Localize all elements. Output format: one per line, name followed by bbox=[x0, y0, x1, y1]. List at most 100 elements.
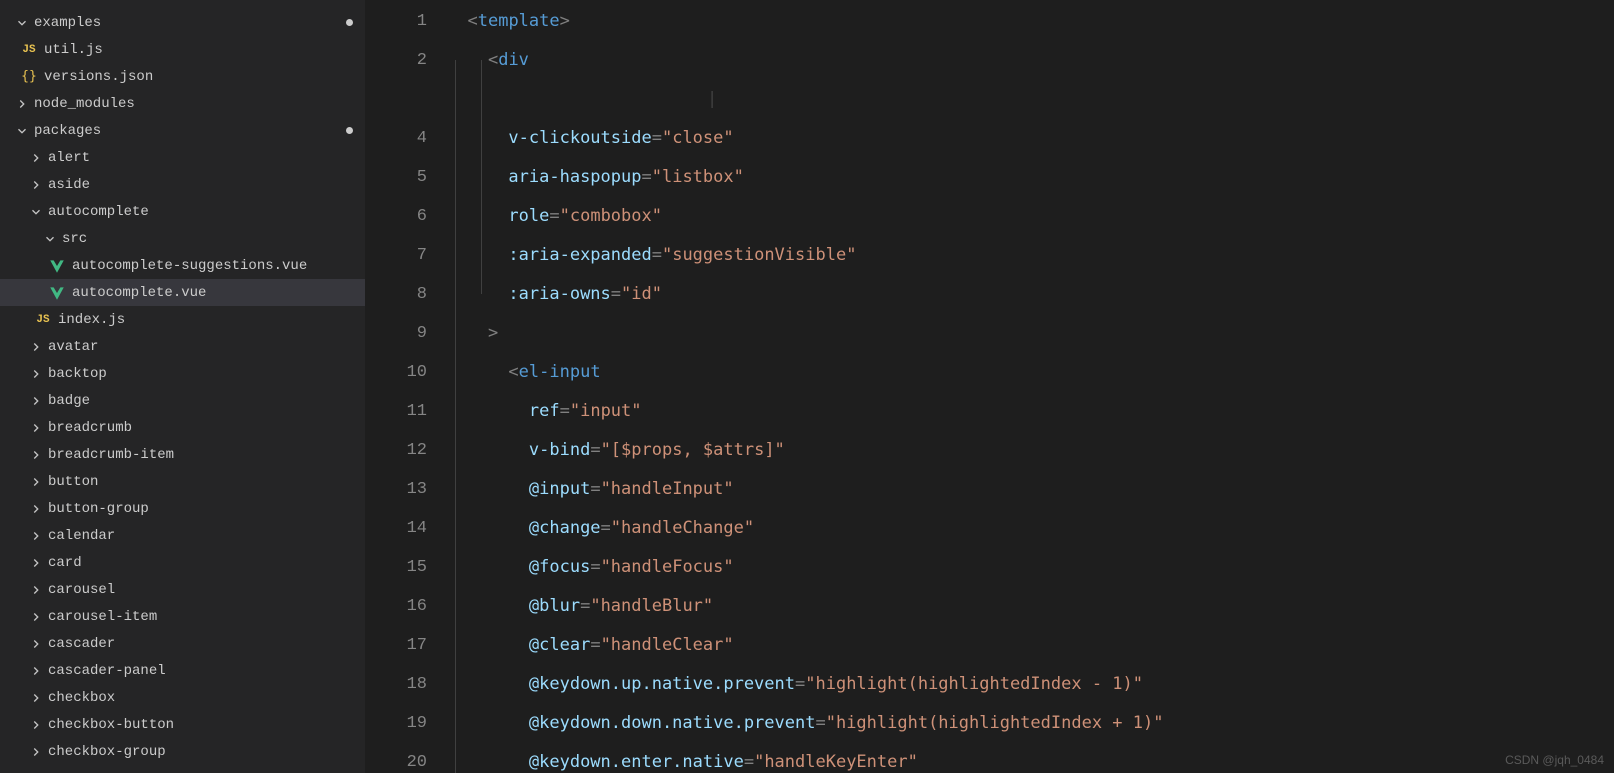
tree-item-checkbox[interactable]: checkbox bbox=[0, 684, 365, 711]
code-line[interactable]: @keydown.enter.native="handleKeyEnter" bbox=[447, 743, 1614, 773]
code-line[interactable]: <el-input bbox=[447, 353, 1614, 392]
line-number: 8 bbox=[365, 275, 427, 314]
tree-item-label: versions.json bbox=[44, 69, 365, 85]
tree-item-packages[interactable]: packages bbox=[0, 117, 365, 144]
tree-item-button[interactable]: button bbox=[0, 468, 365, 495]
code-line[interactable]: <div bbox=[447, 41, 1614, 80]
file-explorer-sidebar[interactable]: ELEMENT examples JS util.js {} versions.json… bbox=[0, 0, 365, 773]
code-line[interactable]: @keydown.down.native.prevent="highlight(… bbox=[447, 704, 1614, 743]
tree-item-breadcrumb-item[interactable]: breadcrumb-item bbox=[0, 441, 365, 468]
tree-item-label: autocomplete.vue bbox=[72, 285, 365, 301]
chevron-right-icon bbox=[28, 177, 44, 193]
code-line[interactable]: v-bind="[$props, $attrs]" bbox=[447, 431, 1614, 470]
chevron-right-icon bbox=[28, 501, 44, 517]
explorer-section-header[interactable]: ELEMENT bbox=[0, 0, 365, 9]
tree-item-carousel-item[interactable]: carousel-item bbox=[0, 603, 365, 630]
line-number: 9 bbox=[365, 314, 427, 353]
tree-item-label: backtop bbox=[48, 366, 365, 382]
line-number: 19 bbox=[365, 704, 427, 743]
line-number-gutter: 124567891011121314151617181920 bbox=[365, 0, 447, 773]
chevron-down-icon bbox=[14, 123, 30, 139]
chevron-right-icon bbox=[28, 339, 44, 355]
tree-item-label: cascader bbox=[48, 636, 365, 652]
code-line[interactable]: v-clickoutside="close" bbox=[447, 119, 1614, 158]
code-line[interactable]: aria-haspopup="listbox" bbox=[447, 158, 1614, 197]
tree-item-util[interactable]: JS util.js bbox=[0, 36, 365, 63]
tree-item-label: calendar bbox=[48, 528, 365, 544]
js-file-icon: JS bbox=[34, 314, 52, 326]
tree-item-checkbox-group[interactable]: checkbox-group bbox=[0, 738, 365, 765]
code-editor[interactable]: 124567891011121314151617181920 <template… bbox=[365, 0, 1614, 773]
line-number: 15 bbox=[365, 548, 427, 587]
tree-item-cascader-panel[interactable]: cascader-panel bbox=[0, 657, 365, 684]
tree-item-label: carousel-item bbox=[48, 609, 365, 625]
tree-item-label: badge bbox=[48, 393, 365, 409]
code-line[interactable]: :aria-owns="id" bbox=[447, 275, 1614, 314]
chevron-down-icon bbox=[14, 15, 30, 31]
tree-item-label: autocomplete bbox=[48, 204, 365, 220]
tree-item-checkbox-button[interactable]: checkbox-button bbox=[0, 711, 365, 738]
tree-item-label: checkbox-button bbox=[48, 717, 365, 733]
code-content[interactable]: <template> <div| v-clickoutside="close" … bbox=[447, 0, 1614, 773]
tree-item-label: index.js bbox=[58, 312, 365, 328]
vue-file-icon bbox=[48, 284, 66, 302]
tree-item-badge[interactable]: badge bbox=[0, 387, 365, 414]
code-line[interactable]: role="combobox" bbox=[447, 197, 1614, 236]
js-file-icon: JS bbox=[20, 44, 38, 56]
code-line[interactable]: @clear="handleClear" bbox=[447, 626, 1614, 665]
chevron-right-icon bbox=[28, 366, 44, 382]
tree-item-label: checkbox-group bbox=[48, 744, 365, 760]
tree-item-carousel[interactable]: carousel bbox=[0, 576, 365, 603]
code-line[interactable]: @change="handleChange" bbox=[447, 509, 1614, 548]
tree-item-label: src bbox=[62, 231, 365, 247]
code-line[interactable]: > bbox=[447, 314, 1614, 353]
tree-item-card[interactable]: card bbox=[0, 549, 365, 576]
tree-item-label: button bbox=[48, 474, 365, 490]
line-number: 4 bbox=[365, 119, 427, 158]
tree-item-alert[interactable]: alert bbox=[0, 144, 365, 171]
line-number bbox=[365, 80, 427, 119]
tree-item-aside[interactable]: aside bbox=[0, 171, 365, 198]
tree-item-button-group[interactable]: button-group bbox=[0, 495, 365, 522]
tree-item-indexjs[interactable]: JS index.js bbox=[0, 306, 365, 333]
modified-indicator-icon bbox=[346, 19, 353, 26]
tree-item-versions[interactable]: {} versions.json bbox=[0, 63, 365, 90]
tree-item-label: button-group bbox=[48, 501, 365, 517]
tree-item-src[interactable]: src bbox=[0, 225, 365, 252]
chevron-right-icon bbox=[28, 474, 44, 490]
chevron-right-icon bbox=[28, 717, 44, 733]
code-line[interactable]: @blur="handleBlur" bbox=[447, 587, 1614, 626]
tree-item-acsugg[interactable]: autocomplete-suggestions.vue bbox=[0, 252, 365, 279]
chevron-right-icon bbox=[14, 96, 30, 112]
chevron-right-icon bbox=[28, 690, 44, 706]
code-line[interactable]: ref="input" bbox=[447, 392, 1614, 431]
tree-item-autocomplete[interactable]: autocomplete bbox=[0, 198, 365, 225]
line-number: 6 bbox=[365, 197, 427, 236]
tree-item-avatar[interactable]: avatar bbox=[0, 333, 365, 360]
code-line[interactable]: @input="handleInput" bbox=[447, 470, 1614, 509]
code-line[interactable]: | bbox=[447, 80, 1614, 119]
tree-item-cascader[interactable]: cascader bbox=[0, 630, 365, 657]
chevron-down-icon bbox=[14, 0, 30, 5]
tree-item-nodemods[interactable]: node_modules bbox=[0, 90, 365, 117]
chevron-down-icon bbox=[42, 231, 58, 247]
code-line[interactable]: :aria-expanded="suggestionVisible" bbox=[447, 236, 1614, 275]
tree-item-label: util.js bbox=[44, 42, 365, 58]
code-line[interactable]: @focus="handleFocus" bbox=[447, 548, 1614, 587]
chevron-right-icon bbox=[28, 663, 44, 679]
chevron-right-icon bbox=[28, 555, 44, 571]
json-file-icon: {} bbox=[20, 69, 38, 84]
tree-item-breadcrumb[interactable]: breadcrumb bbox=[0, 414, 365, 441]
code-line[interactable]: @keydown.up.native.prevent="highlight(hi… bbox=[447, 665, 1614, 704]
tree-item-acvue[interactable]: autocomplete.vue bbox=[0, 279, 365, 306]
tree-item-backtop[interactable]: backtop bbox=[0, 360, 365, 387]
tree-item-label: avatar bbox=[48, 339, 365, 355]
tree-item-label: packages bbox=[34, 123, 346, 139]
tree-item-examples[interactable]: examples bbox=[0, 9, 365, 36]
tree-item-label: cascader-panel bbox=[48, 663, 365, 679]
tree-item-label: card bbox=[48, 555, 365, 571]
code-line[interactable]: <template> bbox=[447, 2, 1614, 41]
modified-indicator-icon bbox=[346, 127, 353, 134]
line-number: 14 bbox=[365, 509, 427, 548]
tree-item-calendar[interactable]: calendar bbox=[0, 522, 365, 549]
